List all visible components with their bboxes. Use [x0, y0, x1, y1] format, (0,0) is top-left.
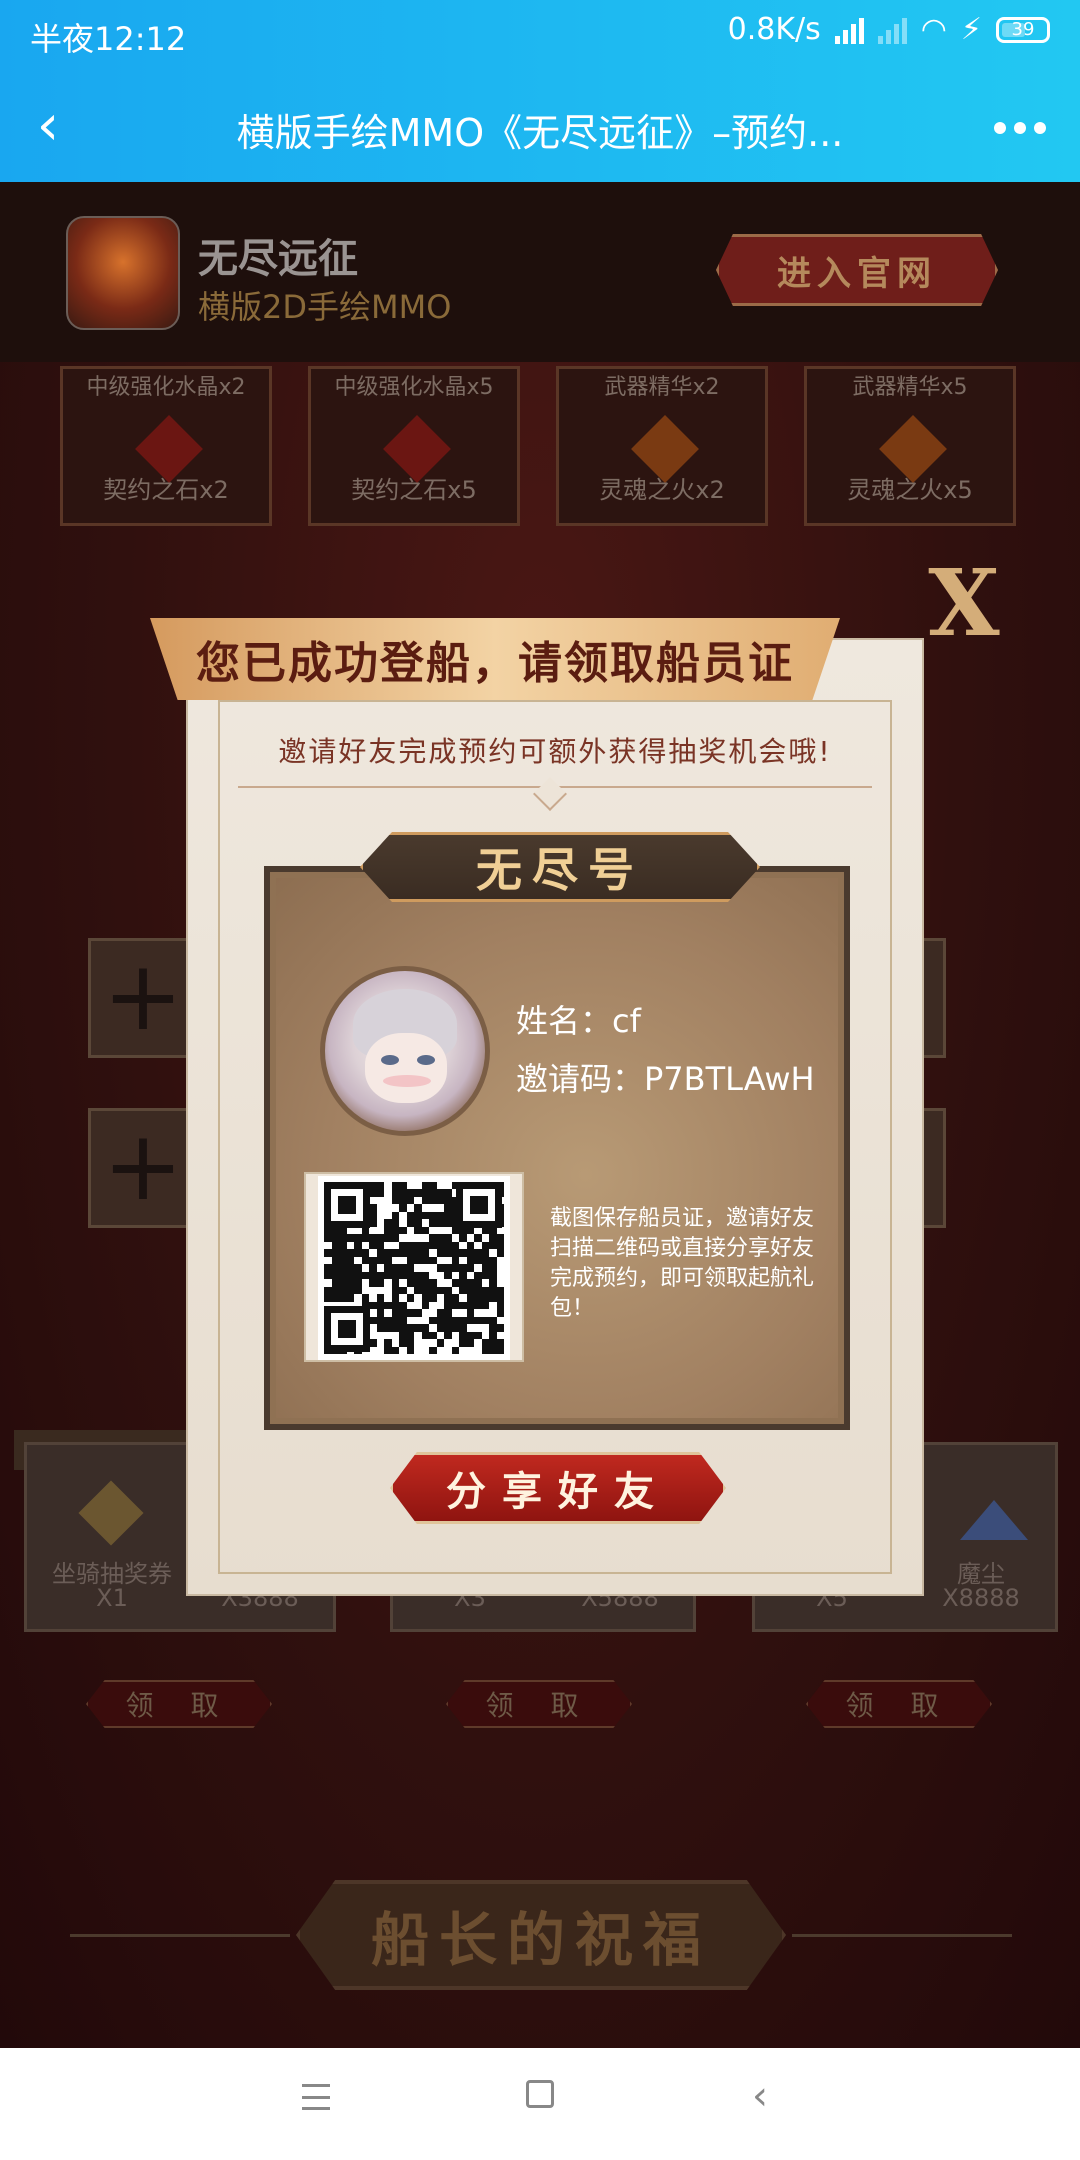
reward-bottom-label: 契约之石x5 [351, 476, 477, 504]
modal-subtitle: 邀请好友完成预约可额外获得抽奖机会哦! [278, 735, 832, 768]
signal-icon [877, 16, 907, 44]
crew-name: 姓名：cf [516, 1002, 641, 1040]
prize-qty: X1 [96, 1584, 128, 1612]
reward-top-label: 中级强化水晶x5 [334, 375, 494, 400]
reward-card: 中级强化水晶x5 契约之石x5 [308, 366, 520, 526]
chevron-left-icon: ‹ [36, 93, 60, 158]
home-square-icon[interactable] [526, 2080, 554, 2108]
avatar [320, 966, 490, 1136]
network-speed: 0.8K/s [727, 12, 821, 47]
qr-finder [324, 1306, 370, 1352]
status-bar: 半夜12:12 0.8K/s ◠ ⚡ 39 [0, 0, 1080, 66]
close-x-icon: X [928, 549, 1000, 657]
status-time: 半夜12:12 [30, 20, 187, 58]
reward-top-label: 武器精华x5 [852, 375, 968, 400]
crew-card-title: 无尽号 [360, 832, 760, 902]
battery-level: 39 [1011, 19, 1035, 40]
game-name: 无尽远征 [198, 236, 358, 282]
decor-line [792, 1934, 1012, 1937]
qr-finder [456, 1182, 502, 1228]
qr-finder [324, 1182, 370, 1228]
battery-icon: 39 [996, 16, 1050, 43]
decor-line [70, 1934, 290, 1937]
more-options-button[interactable] [980, 104, 1060, 152]
reward-card: 武器精华x2 灵魂之火x2 [556, 366, 768, 526]
qr-instructions: 截图保存船员证，邀请好友扫描二维码或直接分享好友完成预约，即可领取起航礼包！ [550, 1206, 815, 1321]
add-friend-slot-button[interactable]: + [88, 938, 198, 1058]
share-friends-button[interactable]: 分享好友 [390, 1452, 726, 1524]
back-button[interactable]: ‹ [18, 98, 78, 158]
captain-blessing-title: 船长的祝福 [296, 1880, 786, 1990]
magic-dust-icon [960, 1500, 1028, 1540]
reward-bottom-label: 灵魂之火x5 [847, 476, 973, 504]
system-nav-bar: ‹ [0, 2048, 1080, 2160]
claim-button[interactable]: 领 取 [446, 1680, 632, 1728]
close-modal-button[interactable]: X [920, 557, 1008, 649]
back-triangle-icon[interactable]: ‹ [752, 2076, 768, 2116]
reward-card: 武器精华x5 灵魂之火x5 [804, 366, 1016, 526]
menu-icon[interactable] [302, 2084, 330, 2110]
app-top-bar: 半夜12:12 0.8K/s ◠ ⚡ 39 ‹ 横版手绘MMO《无尽远征》–预约… [0, 0, 1080, 182]
wifi-icon: ◠ [920, 12, 947, 47]
page-title: 横版手绘MMO《无尽远征》–预约... [236, 111, 844, 155]
prize-qty: X8888 [942, 1584, 1020, 1612]
reward-bottom-label: 灵魂之火x2 [599, 476, 725, 504]
reward-bottom-label: 契约之石x2 [103, 476, 229, 504]
reward-top-label: 武器精华x2 [604, 375, 720, 400]
reward-card: 中级强化水晶x2 契约之石x2 [60, 366, 272, 526]
charging-icon: ⚡ [960, 12, 982, 47]
enter-official-site-button[interactable]: 进入官网 [716, 234, 998, 306]
reward-top-label: 中级强化水晶x2 [86, 375, 246, 400]
invite-code: 邀请码：P7BTLAwH [516, 1060, 815, 1098]
status-right: 0.8K/s ◠ ⚡ 39 [728, 12, 1050, 47]
modal-title-ribbon: 您已成功登船，请领取船员证 [150, 618, 840, 700]
game-subtitle: 横版2D手绘MMO [198, 288, 452, 326]
claim-button[interactable]: 领 取 [86, 1680, 272, 1728]
game-app-icon [66, 216, 180, 330]
modal-title: 您已成功登船，请领取船员证 [196, 638, 794, 689]
add-friend-slot-button[interactable]: + [88, 1108, 198, 1228]
signal-hd-icon [834, 16, 864, 44]
title-bar: ‹ 横版手绘MMO《无尽远征》–预约... [0, 80, 1080, 176]
game-header: 无尽远征 横版2D手绘MMO 进入官网 [0, 182, 1080, 362]
claim-button[interactable]: 领 取 [806, 1680, 992, 1728]
